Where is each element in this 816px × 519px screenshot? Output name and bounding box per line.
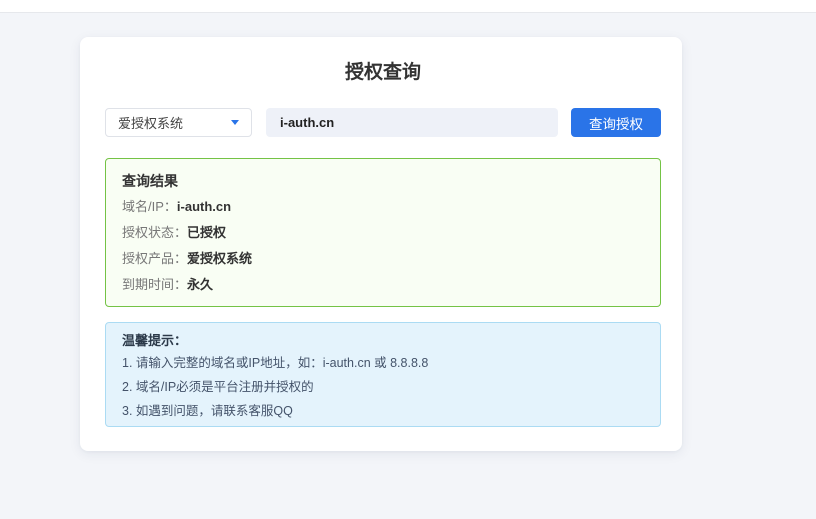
result-value: 爱授权系统 xyxy=(187,251,252,266)
result-label: 到期时间： xyxy=(122,277,187,292)
result-value: 永久 xyxy=(187,277,213,292)
tips-heading: 温馨提示： xyxy=(122,333,644,348)
product-select-value: 爱授权系统 xyxy=(118,113,183,132)
query-auth-button[interactable]: 查询授权 xyxy=(571,108,661,137)
product-select[interactable]: 爱授权系统 xyxy=(105,108,252,137)
result-row-expiry: 到期时间：永久 xyxy=(122,277,644,293)
chevron-down-icon xyxy=(231,120,239,125)
result-heading: 查询结果 xyxy=(122,173,644,189)
top-bar xyxy=(0,0,816,13)
result-row-status: 授权状态：已授权 xyxy=(122,225,644,241)
result-value: i-auth.cn xyxy=(177,199,231,214)
result-label: 域名/IP： xyxy=(122,199,177,214)
result-value: 已授权 xyxy=(187,225,226,240)
domain-input[interactable] xyxy=(266,108,558,137)
result-label: 授权产品： xyxy=(122,251,187,266)
tip-item: 2. 域名/IP必须是平台注册并授权的 xyxy=(122,380,644,395)
query-card: 授权查询 爱授权系统 查询授权 查询结果 域名/IP：i-auth.cn 授权状… xyxy=(80,37,682,451)
query-result-box: 查询结果 域名/IP：i-auth.cn 授权状态：已授权 授权产品：爱授权系统… xyxy=(105,158,661,307)
page-title: 授权查询 xyxy=(105,62,661,83)
result-label: 授权状态： xyxy=(122,225,187,240)
result-row-product: 授权产品：爱授权系统 xyxy=(122,251,644,267)
tips-box: 温馨提示： 1. 请输入完整的域名或IP地址，如：i-auth.cn 或 8.8… xyxy=(105,322,661,427)
result-row-domain: 域名/IP：i-auth.cn xyxy=(122,199,644,215)
tip-item: 1. 请输入完整的域名或IP地址，如：i-auth.cn 或 8.8.8.8 xyxy=(122,356,644,371)
tip-item: 3. 如遇到问题，请联系客服QQ xyxy=(122,404,644,419)
query-form-row: 爱授权系统 查询授权 xyxy=(105,108,661,137)
